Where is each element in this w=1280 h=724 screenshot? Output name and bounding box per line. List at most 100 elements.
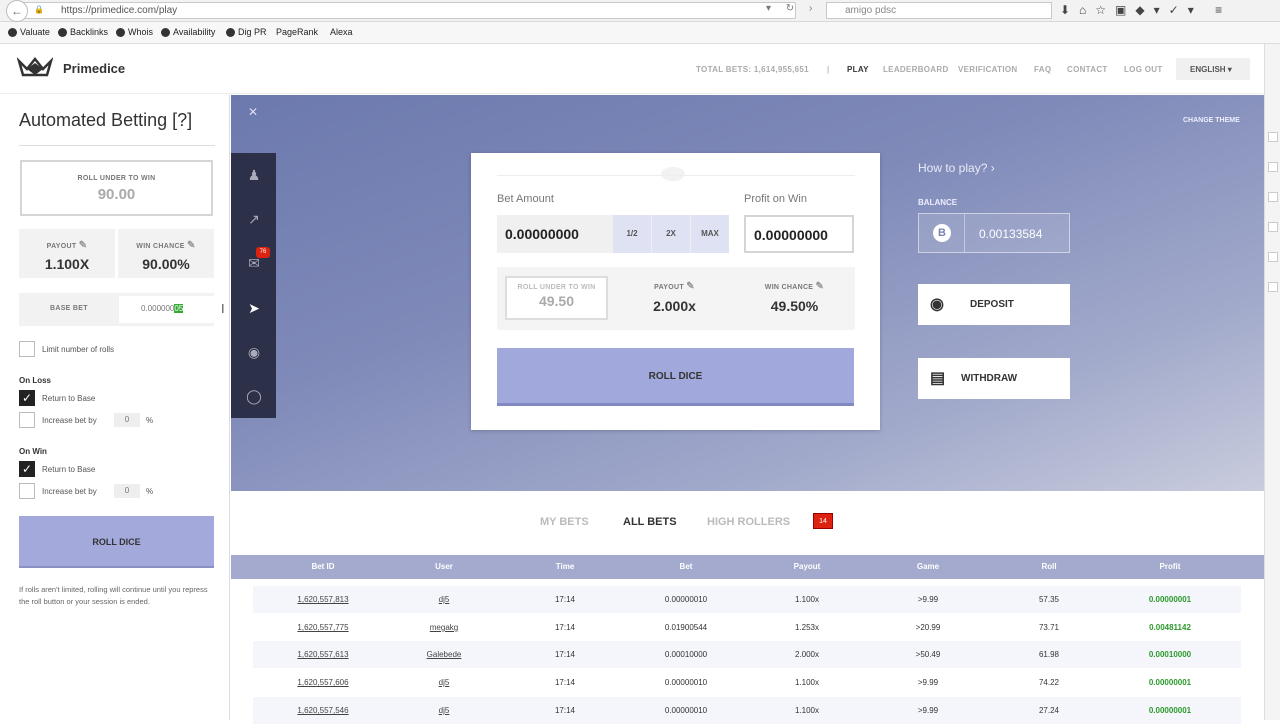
deposit-button[interactable]: ◉ DEPOSIT — [918, 284, 1070, 325]
nav-contact[interactable]: CONTACT — [1067, 65, 1108, 74]
nav-verification[interactable]: VERIFICATION — [958, 65, 1017, 74]
browser-scrollbar[interactable] — [1264, 44, 1280, 720]
search-text: amigo pdsc — [845, 5, 897, 16]
brand-name[interactable]: Primedice — [63, 61, 125, 76]
tab-all-bets[interactable]: ALL BETS — [623, 516, 677, 528]
change-theme-link[interactable]: CHANGE THEME — [1183, 117, 1240, 124]
user-link[interactable]: Galebede — [394, 650, 494, 659]
rocket-icon[interactable]: ➤ — [245, 299, 263, 317]
win-chance-label: WIN CHANCE — [764, 284, 814, 291]
side-tool-icon[interactable] — [1268, 222, 1278, 232]
bookmark-backlinks[interactable]: Backlinks — [58, 27, 108, 37]
loss-return-base-checkbox[interactable]: ✓ — [19, 390, 35, 406]
max-bet-button[interactable]: MAX — [691, 215, 729, 253]
bitcoin-icon[interactable]: ◯ — [245, 387, 263, 405]
bet-id-link[interactable]: 1,620,557,546 — [273, 706, 373, 715]
roll-under-label: ROLL UNDER TO WIN — [517, 284, 596, 291]
double-bet-button[interactable]: 2X — [652, 215, 690, 253]
edit-icon[interactable]: ✎ — [187, 240, 196, 251]
nav-leaderboard[interactable]: LEADERBOARD — [883, 65, 949, 74]
profit-cell: 0.00000001 — [1148, 678, 1192, 687]
win-increase-input[interactable]: 0 — [114, 484, 140, 498]
table-row: 1,620,557,775 megakg 17:14 0.01900544 1.… — [253, 614, 1241, 641]
edit-icon[interactable]: ✎ — [79, 240, 88, 251]
side-tool-icon[interactable] — [1268, 282, 1278, 292]
bitcoin-icon: B — [933, 224, 951, 242]
bookmark-availability[interactable]: Availability — [161, 27, 215, 37]
withdraw-button[interactable]: ▤ WITHDRAW — [918, 358, 1070, 399]
bookmark-alexa[interactable]: Alexa — [330, 27, 353, 37]
bookmark-whois[interactable]: Whois — [116, 27, 153, 37]
bets-table-header: Bet ID User Time Bet Payout Game Roll Pr… — [231, 555, 1264, 579]
slider-handle-icon[interactable] — [661, 167, 685, 181]
roll-under-field[interactable]: ROLL UNDER TO WIN 90.00 — [20, 160, 213, 216]
win-chance-field[interactable]: WIN CHANCE ✎ 90.00% — [118, 229, 214, 278]
balance-label: BALANCE — [918, 198, 958, 207]
profit-input[interactable]: 0.00000000 — [744, 215, 854, 253]
globe-icon[interactable]: ◉ — [245, 343, 263, 361]
roll-under-field[interactable]: ROLL UNDER TO WIN 49.50 — [505, 276, 608, 320]
payout-value: 2.000x — [653, 298, 696, 314]
back-button[interactable]: ← — [6, 0, 28, 22]
bet-cell: 0.00000010 — [664, 706, 708, 715]
user-icon[interactable]: ♟ — [245, 166, 263, 184]
nav-faq[interactable]: FAQ — [1034, 65, 1051, 74]
loss-increase-input[interactable]: 0 — [114, 413, 140, 427]
side-tool-icon[interactable] — [1268, 252, 1278, 262]
win-chance-value: 49.50% — [770, 298, 819, 314]
limit-rolls-checkbox[interactable] — [19, 341, 35, 357]
tab-my-bets[interactable]: MY BETS — [540, 516, 589, 528]
user-link[interactable]: megakg — [394, 623, 494, 632]
game-stats-row: ROLL UNDER TO WIN 49.50 PAYOUT ✎ 2.000x … — [497, 267, 855, 330]
profit-cell: 0.00010000 — [1148, 650, 1192, 659]
nav-play[interactable]: PLAY — [847, 65, 869, 74]
win-increase-checkbox[interactable] — [19, 483, 35, 499]
roll-dice-button[interactable]: ROLL DICE — [497, 348, 854, 406]
deposit-label: DEPOSIT — [970, 299, 1014, 310]
user-link[interactable]: dj5 — [394, 706, 494, 715]
bet-id-link[interactable]: 1,620,557,775 — [273, 623, 373, 632]
base-bet-selection: 05 — [174, 304, 184, 313]
url-actions[interactable]: ▾ ↻ › — [766, 3, 818, 14]
side-tool-icon[interactable] — [1268, 192, 1278, 202]
bet-id-link[interactable]: 1,620,557,813 — [273, 595, 373, 604]
edit-icon[interactable]: ✎ — [816, 281, 825, 292]
win-return-base-checkbox[interactable]: ✓ — [19, 461, 35, 477]
url-bar[interactable]: https://primedice.com/play — [12, 2, 796, 19]
auto-roll-button[interactable]: ROLL DICE — [19, 516, 214, 568]
side-tool-icon[interactable] — [1268, 162, 1278, 172]
base-bet-value: 0.000000 — [141, 304, 175, 313]
bet-id-link[interactable]: 1,620,557,606 — [273, 678, 373, 687]
close-icon[interactable]: ✕ — [248, 105, 258, 119]
bets-tabs: MY BETS ALL BETS HIGH ROLLERS 14 — [231, 491, 1264, 555]
payout-field[interactable]: PAYOUT ✎ 2.000x — [622, 281, 727, 314]
roll-under-value: 49.50 — [538, 293, 575, 309]
user-link[interactable]: dj5 — [394, 595, 494, 604]
edit-icon[interactable]: ✎ — [686, 281, 695, 292]
bookmark-pagerank[interactable]: PageRank — [276, 27, 318, 37]
bet-cell: 0.00010000 — [664, 650, 708, 659]
bet-amount-input[interactable]: 0.00000000 1/2 2X MAX — [497, 215, 729, 253]
bookmark-valuate[interactable]: Valuate — [8, 27, 50, 37]
stats-icon[interactable]: ↗ — [245, 210, 263, 228]
user-link[interactable]: dj5 — [394, 678, 494, 687]
table-row: 1,620,557,813 dj5 17:14 0.00000010 1.100… — [253, 586, 1241, 613]
search-input[interactable]: amigo pdsc — [826, 2, 1052, 19]
cash-icon: ▤ — [930, 370, 946, 387]
bet-id-link[interactable]: 1,620,557,613 — [273, 650, 373, 659]
how-to-play-link[interactable]: How to play? › — [918, 161, 995, 175]
nav-logout[interactable]: LOG OUT — [1124, 65, 1163, 74]
payout-field[interactable]: PAYOUT ✎ 1.100X — [19, 229, 115, 278]
tab-high-rollers[interactable]: HIGH ROLLERS — [707, 516, 790, 528]
browser-actions[interactable]: ⬇⌂☆▣◆▾✓▾ ≡ — [1060, 3, 1231, 17]
crown-logo-icon[interactable] — [17, 57, 53, 79]
loss-increase-checkbox[interactable] — [19, 412, 35, 428]
base-bet-input[interactable]: 0.00000005 — [119, 296, 214, 323]
win-chance-field[interactable]: WIN CHANCE ✎ 49.50% — [737, 281, 852, 314]
half-bet-button[interactable]: 1/2 — [613, 215, 651, 253]
time-cell: 17:14 — [554, 650, 576, 659]
bookmark-digpr[interactable]: Dig PR — [226, 27, 267, 37]
language-select[interactable]: ENGLISH ▾ — [1176, 58, 1250, 80]
side-tool-icon[interactable] — [1268, 132, 1278, 142]
time-cell: 17:14 — [554, 595, 576, 604]
